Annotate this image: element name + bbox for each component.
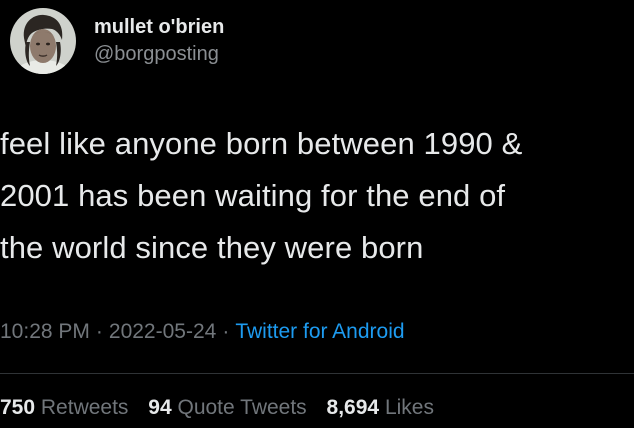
meta-separator: · <box>222 320 230 343</box>
tweet-date[interactable]: 2022-05-24 <box>109 320 216 343</box>
tweet-time[interactable]: 10:28 PM <box>0 320 90 343</box>
quotes-label: Quote Tweets <box>177 396 307 419</box>
tweet-text: feel like anyone born between 1990 & 200… <box>0 126 523 265</box>
avatar[interactable] <box>10 8 76 74</box>
user-names: mullet o'brien @borgposting <box>94 15 224 67</box>
tweet-source-link[interactable]: Twitter for Android <box>235 320 404 343</box>
retweets-stat[interactable]: 750 Retweets <box>0 396 128 419</box>
likes-label: Likes <box>384 396 434 419</box>
likes-count: 8,694 <box>326 396 380 419</box>
display-name[interactable]: mullet o'brien <box>94 15 224 39</box>
retweets-label: Retweets <box>40 396 129 419</box>
retweets-count: 750 <box>0 396 36 419</box>
profile-photo-icon <box>10 8 76 74</box>
tweet-stats: 750 Retweets 94 Quote Tweets 8,694 Likes <box>0 393 434 423</box>
meta-separator: · <box>95 320 103 343</box>
quote-tweets-stat[interactable]: 94 Quote Tweets <box>148 396 306 419</box>
tweet-card: mullet o'brien @borgposting feel like an… <box>0 0 634 428</box>
user-handle[interactable]: @borgposting <box>94 41 224 67</box>
quotes-count: 94 <box>148 396 172 419</box>
tweet-header: mullet o'brien @borgposting <box>10 4 224 78</box>
likes-stat[interactable]: 8,694 Likes <box>327 396 434 419</box>
tweet-meta: 10:28 PM · 2022-05-24 · Twitter for Android <box>0 317 405 347</box>
divider <box>0 373 634 374</box>
